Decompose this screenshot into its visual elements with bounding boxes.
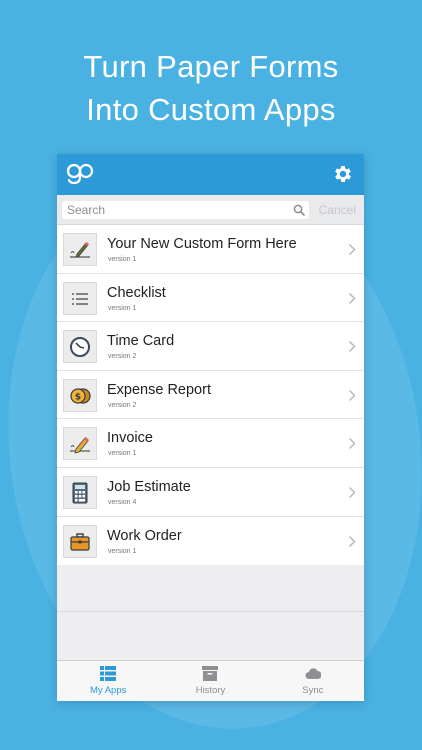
form-version: version 1 xyxy=(108,304,137,312)
search-input[interactable] xyxy=(62,201,309,219)
clock-icon xyxy=(70,337,90,358)
navbar xyxy=(57,154,364,195)
apps-list-icon xyxy=(100,666,117,681)
tab-sync[interactable]: Sync xyxy=(262,661,364,701)
headline-line-1: Turn Paper Forms xyxy=(83,49,339,84)
archive-box-icon xyxy=(202,666,219,681)
form-version: version 1 xyxy=(108,256,137,263)
coins-icon: $ xyxy=(70,388,91,404)
app-screen: Cancel Your New Custom Form Here version… xyxy=(57,154,364,701)
svg-text:$: $ xyxy=(75,392,81,402)
divider xyxy=(57,611,364,612)
tab-bar: My Apps History Sync xyxy=(57,660,364,701)
form-version: version 2 xyxy=(108,401,137,409)
cloud-icon xyxy=(305,668,321,679)
chevron-right-icon xyxy=(348,389,356,401)
form-row-job-estimate[interactable]: Job Estimate version 4 xyxy=(57,468,364,517)
chevron-right-icon xyxy=(348,243,356,256)
form-thumbnail xyxy=(63,524,97,558)
form-row-expense-report[interactable]: $ Expense Report version 2 xyxy=(57,371,364,420)
form-title: Job Estimate xyxy=(107,478,191,495)
form-row-custom[interactable]: Your New Custom Form Here version 1 xyxy=(57,225,364,274)
form-title: Time Card xyxy=(107,333,175,350)
briefcase-icon xyxy=(70,532,90,551)
form-title: Invoice xyxy=(107,430,153,447)
pen-signature-icon xyxy=(70,242,90,258)
cancel-button[interactable]: Cancel xyxy=(319,203,356,217)
tab-my-apps[interactable]: My Apps xyxy=(57,661,159,701)
tab-history[interactable]: History xyxy=(159,661,261,701)
form-version: version 1 xyxy=(108,547,137,555)
form-thumbnail xyxy=(63,475,97,509)
form-title: Expense Report xyxy=(107,381,211,398)
form-row-work-order[interactable]: Work Order version 1 xyxy=(57,517,364,566)
calculator-icon xyxy=(72,482,88,504)
chevron-right-icon xyxy=(348,341,356,353)
go-logo-icon xyxy=(66,163,94,185)
headline: Turn Paper Forms Into Custom Apps xyxy=(0,45,422,131)
form-row-invoice[interactable]: Invoice version 1 xyxy=(57,419,364,468)
headline-line-2: Into Custom Apps xyxy=(86,92,336,127)
form-row-time-card[interactable]: Time Card version 2 xyxy=(57,322,364,371)
form-thumbnail xyxy=(63,281,97,315)
search-icon xyxy=(293,204,305,216)
form-title: Work Order xyxy=(107,527,182,544)
forms-list: Your New Custom Form Here version 1 Chec… xyxy=(57,225,364,566)
form-thumbnail xyxy=(63,330,97,364)
form-thumbnail xyxy=(63,233,97,266)
form-row-checklist[interactable]: Checklist version 1 xyxy=(57,274,364,323)
tab-label: History xyxy=(195,685,226,696)
form-title: Checklist xyxy=(107,284,166,301)
chevron-right-icon xyxy=(348,438,356,450)
search-bar: Cancel xyxy=(57,195,364,225)
list-lines-icon xyxy=(72,292,88,305)
form-version: version 4 xyxy=(108,498,137,506)
form-version: version 2 xyxy=(108,353,137,361)
chevron-right-icon xyxy=(348,486,356,498)
chevron-right-icon xyxy=(348,292,356,304)
tab-label: My Apps xyxy=(89,685,127,696)
form-thumbnail xyxy=(63,427,97,461)
gear-icon[interactable] xyxy=(332,163,354,185)
tab-label: Sync xyxy=(302,685,324,696)
pencil-icon xyxy=(70,437,90,454)
form-version: version 1 xyxy=(108,450,137,458)
form-title: Your New Custom Form Here xyxy=(107,236,297,252)
form-thumbnail: $ xyxy=(63,378,97,412)
chevron-right-icon xyxy=(348,535,356,547)
